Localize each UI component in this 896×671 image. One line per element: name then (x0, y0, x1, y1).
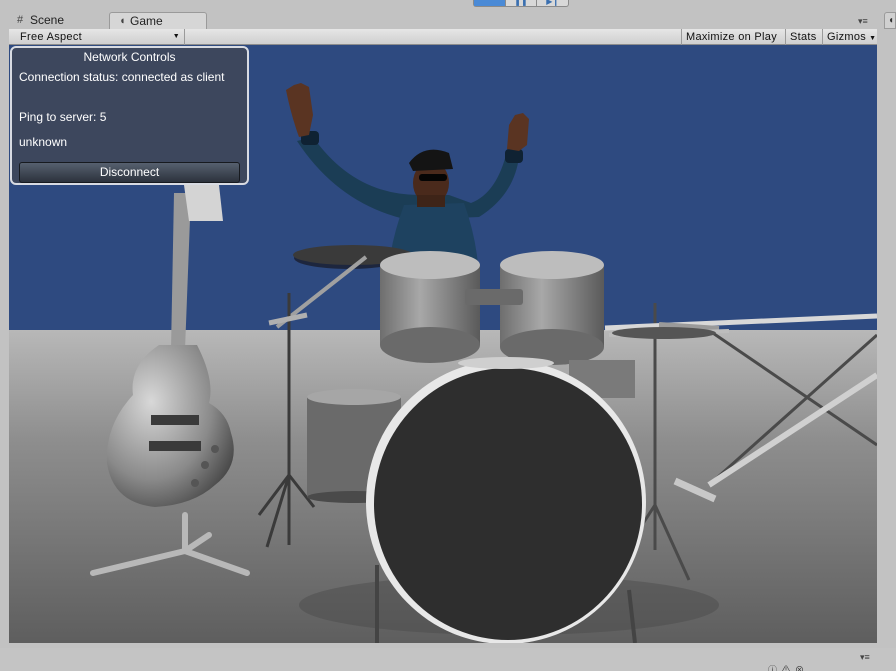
ping-label: Ping to server: 5 (19, 110, 107, 124)
panel-menu-icon[interactable]: ▾≡ (860, 652, 870, 663)
pause-icon: ❚❚ (514, 0, 528, 6)
pause-button[interactable]: ❚❚ (506, 0, 538, 6)
aspect-dropdown[interactable]: Free Aspect ▼ (11, 29, 185, 45)
tab-game[interactable]: ◖ Game (109, 12, 207, 29)
disconnect-button[interactable]: Disconnect (19, 162, 240, 183)
game-toolbar: Free Aspect ▼ Maximize on Play Stats Giz… (9, 29, 877, 45)
chevron-down-icon: ▼ (172, 33, 180, 40)
panel-menu-icon[interactable]: ▾≡ (858, 16, 868, 27)
tab-scene-label: Scene (30, 13, 65, 27)
play-button[interactable] (474, 0, 506, 6)
connection-status-label: Connection status: connected as client (19, 70, 225, 84)
tab-game-label: Game (130, 14, 163, 28)
tab-scene[interactable]: # Scene (10, 12, 105, 29)
bottom-panel-header: ▾≡ ⓘ ⚠ ⊗ (0, 648, 896, 671)
stats-toggle[interactable]: Stats (785, 29, 822, 45)
pacman-icon: ◖ (119, 15, 126, 27)
chevron-down-icon: ▼ (869, 35, 877, 42)
step-icon: ▶❙ (546, 0, 560, 6)
network-controls-window: Network Controls Connection status: conn… (10, 46, 249, 185)
info-label: unknown (19, 135, 68, 149)
play-controls: ❚❚ ▶❙ (473, 0, 569, 7)
side-panel-tab[interactable]: ◖ (884, 12, 896, 29)
tab-bar: # Scene ◖ Game ▾≡ (0, 12, 896, 29)
grid-icon: # (17, 14, 24, 26)
gizmos-dropdown[interactable]: Gizmos ▼ (822, 29, 877, 45)
console-counters: ⓘ ⚠ ⊗ (768, 665, 806, 671)
aspect-label: Free Aspect (20, 31, 82, 43)
gizmos-label: Gizmos (827, 31, 867, 43)
rack-tom-right (500, 251, 604, 365)
maximize-on-play-toggle[interactable]: Maximize on Play (681, 29, 785, 45)
rack-tom-left (380, 251, 480, 363)
network-window-title: Network Controls (83, 50, 176, 64)
unity-editor: ❚❚ ▶❙ # Scene ◖ Game ▾≡ ◖ Free Aspect ▼ … (0, 0, 896, 671)
step-button[interactable]: ▶❙ (537, 0, 568, 6)
